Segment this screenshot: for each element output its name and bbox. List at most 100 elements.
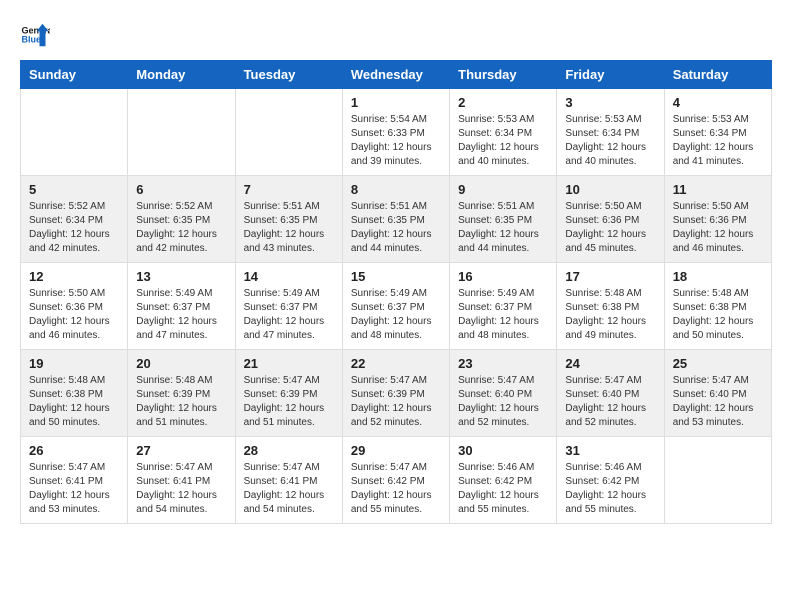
day-info: Sunrise: 5:47 AM Sunset: 6:41 PM Dayligh… (136, 461, 226, 517)
calendar-week-row: 1 Sunrise: 5:54 AM Sunset: 6:33 PM Daylig… (21, 89, 772, 176)
day-info: Sunrise: 5:48 AM Sunset: 6:38 PM Dayligh… (673, 287, 763, 343)
calendar-week-row: 5 Sunrise: 5:52 AM Sunset: 6:34 PM Daylig… (21, 176, 772, 263)
day-info: Sunrise: 5:53 AM Sunset: 6:34 PM Dayligh… (565, 113, 655, 169)
day-number: 19 (29, 356, 119, 371)
calendar-cell: 1 Sunrise: 5:54 AM Sunset: 6:33 PM Daylig… (342, 89, 449, 176)
calendar-cell: 30 Sunrise: 5:46 AM Sunset: 6:42 PM Dayli… (450, 437, 557, 524)
calendar-cell: 8 Sunrise: 5:51 AM Sunset: 6:35 PM Daylig… (342, 176, 449, 263)
day-number: 20 (136, 356, 226, 371)
calendar-cell: 25 Sunrise: 5:47 AM Sunset: 6:40 PM Dayli… (664, 350, 771, 437)
day-info: Sunrise: 5:49 AM Sunset: 6:37 PM Dayligh… (458, 287, 548, 343)
calendar-cell: 14 Sunrise: 5:49 AM Sunset: 6:37 PM Dayli… (235, 263, 342, 350)
day-info: Sunrise: 5:48 AM Sunset: 6:39 PM Dayligh… (136, 374, 226, 430)
weekday-header-wednesday: Wednesday (342, 61, 449, 89)
calendar-cell: 21 Sunrise: 5:47 AM Sunset: 6:39 PM Dayli… (235, 350, 342, 437)
day-number: 13 (136, 269, 226, 284)
calendar-cell: 2 Sunrise: 5:53 AM Sunset: 6:34 PM Daylig… (450, 89, 557, 176)
weekday-header-thursday: Thursday (450, 61, 557, 89)
day-info: Sunrise: 5:51 AM Sunset: 6:35 PM Dayligh… (458, 200, 548, 256)
day-info: Sunrise: 5:52 AM Sunset: 6:34 PM Dayligh… (29, 200, 119, 256)
day-info: Sunrise: 5:54 AM Sunset: 6:33 PM Dayligh… (351, 113, 441, 169)
day-number: 25 (673, 356, 763, 371)
day-number: 26 (29, 443, 119, 458)
day-info: Sunrise: 5:50 AM Sunset: 6:36 PM Dayligh… (565, 200, 655, 256)
calendar-cell: 10 Sunrise: 5:50 AM Sunset: 6:36 PM Dayli… (557, 176, 664, 263)
calendar-week-row: 26 Sunrise: 5:47 AM Sunset: 6:41 PM Dayli… (21, 437, 772, 524)
day-number: 30 (458, 443, 548, 458)
calendar-cell (21, 89, 128, 176)
day-info: Sunrise: 5:50 AM Sunset: 6:36 PM Dayligh… (673, 200, 763, 256)
day-info: Sunrise: 5:51 AM Sunset: 6:35 PM Dayligh… (351, 200, 441, 256)
day-info: Sunrise: 5:47 AM Sunset: 6:41 PM Dayligh… (244, 461, 334, 517)
calendar-cell: 6 Sunrise: 5:52 AM Sunset: 6:35 PM Daylig… (128, 176, 235, 263)
day-info: Sunrise: 5:52 AM Sunset: 6:35 PM Dayligh… (136, 200, 226, 256)
day-number: 11 (673, 182, 763, 197)
weekday-header-tuesday: Tuesday (235, 61, 342, 89)
day-number: 31 (565, 443, 655, 458)
day-info: Sunrise: 5:49 AM Sunset: 6:37 PM Dayligh… (136, 287, 226, 343)
calendar-cell: 26 Sunrise: 5:47 AM Sunset: 6:41 PM Dayli… (21, 437, 128, 524)
day-number: 27 (136, 443, 226, 458)
day-info: Sunrise: 5:47 AM Sunset: 6:40 PM Dayligh… (458, 374, 548, 430)
calendar-cell: 28 Sunrise: 5:47 AM Sunset: 6:41 PM Dayli… (235, 437, 342, 524)
day-number: 15 (351, 269, 441, 284)
day-info: Sunrise: 5:50 AM Sunset: 6:36 PM Dayligh… (29, 287, 119, 343)
day-number: 8 (351, 182, 441, 197)
calendar-week-row: 19 Sunrise: 5:48 AM Sunset: 6:38 PM Dayli… (21, 350, 772, 437)
day-number: 14 (244, 269, 334, 284)
day-number: 1 (351, 95, 441, 110)
calendar-cell: 15Sunrise: 5:49 AM Sunset: 6:37 PM Dayli… (342, 263, 449, 350)
day-number: 7 (244, 182, 334, 197)
day-info: Sunrise: 5:48 AM Sunset: 6:38 PM Dayligh… (29, 374, 119, 430)
calendar-cell: 5 Sunrise: 5:52 AM Sunset: 6:34 PM Daylig… (21, 176, 128, 263)
day-number: 23 (458, 356, 548, 371)
day-info: Sunrise: 5:51 AM Sunset: 6:35 PM Dayligh… (244, 200, 334, 256)
svg-text:Blue: Blue (22, 35, 42, 45)
day-info: Sunrise: 5:47 AM Sunset: 6:40 PM Dayligh… (565, 374, 655, 430)
calendar-header-row: SundayMondayTuesdayWednesdayThursdayFrid… (21, 61, 772, 89)
day-number: 24 (565, 356, 655, 371)
weekday-header-friday: Friday (557, 61, 664, 89)
weekday-header-saturday: Saturday (664, 61, 771, 89)
calendar-cell: 16 Sunrise: 5:49 AM Sunset: 6:37 PM Dayli… (450, 263, 557, 350)
day-number: 6 (136, 182, 226, 197)
calendar-cell: 13 Sunrise: 5:49 AM Sunset: 6:37 PM Dayli… (128, 263, 235, 350)
calendar-cell: 19 Sunrise: 5:48 AM Sunset: 6:38 PM Dayli… (21, 350, 128, 437)
day-info: Sunrise: 5:47 AM Sunset: 6:40 PM Dayligh… (673, 374, 763, 430)
day-number: 17 (565, 269, 655, 284)
calendar-cell (235, 89, 342, 176)
calendar-cell: 24 Sunrise: 5:47 AM Sunset: 6:40 PM Dayli… (557, 350, 664, 437)
calendar-week-row: 12 Sunrise: 5:50 AM Sunset: 6:36 PM Dayli… (21, 263, 772, 350)
day-number: 10 (565, 182, 655, 197)
calendar-cell: 18 Sunrise: 5:48 AM Sunset: 6:38 PM Dayli… (664, 263, 771, 350)
day-number: 16 (458, 269, 548, 284)
page-header: General Blue (20, 20, 772, 50)
logo: General Blue (20, 20, 55, 50)
calendar-cell (128, 89, 235, 176)
day-info: Sunrise: 5:46 AM Sunset: 6:42 PM Dayligh… (458, 461, 548, 517)
day-number: 3 (565, 95, 655, 110)
day-number: 9 (458, 182, 548, 197)
day-info: Sunrise: 5:47 AM Sunset: 6:39 PM Dayligh… (244, 374, 334, 430)
day-number: 29 (351, 443, 441, 458)
calendar-cell: 27 Sunrise: 5:47 AM Sunset: 6:41 PM Dayli… (128, 437, 235, 524)
day-number: 5 (29, 182, 119, 197)
calendar-cell: 9 Sunrise: 5:51 AM Sunset: 6:35 PM Daylig… (450, 176, 557, 263)
day-info: Sunrise: 5:47 AM Sunset: 6:41 PM Dayligh… (29, 461, 119, 517)
calendar-cell: 23 Sunrise: 5:47 AM Sunset: 6:40 PM Dayli… (450, 350, 557, 437)
day-number: 28 (244, 443, 334, 458)
day-number: 21 (244, 356, 334, 371)
day-info: Sunrise: 5:49 AM Sunset: 6:37 PM Dayligh… (244, 287, 334, 343)
calendar-cell: 11 Sunrise: 5:50 AM Sunset: 6:36 PM Dayli… (664, 176, 771, 263)
calendar-cell: 22Sunrise: 5:47 AM Sunset: 6:39 PM Dayli… (342, 350, 449, 437)
day-info: Sunrise: 5:53 AM Sunset: 6:34 PM Dayligh… (458, 113, 548, 169)
calendar-cell: 3 Sunrise: 5:53 AM Sunset: 6:34 PM Daylig… (557, 89, 664, 176)
day-number: 18 (673, 269, 763, 284)
day-info: Sunrise: 5:46 AM Sunset: 6:42 PM Dayligh… (565, 461, 655, 517)
day-number: 2 (458, 95, 548, 110)
weekday-header-sunday: Sunday (21, 61, 128, 89)
calendar-cell: 17Sunrise: 5:48 AM Sunset: 6:38 PM Dayli… (557, 263, 664, 350)
calendar-table: SundayMondayTuesdayWednesdayThursdayFrid… (20, 60, 772, 524)
day-info: Sunrise: 5:47 AM Sunset: 6:39 PM Dayligh… (351, 374, 441, 430)
day-number: 12 (29, 269, 119, 284)
